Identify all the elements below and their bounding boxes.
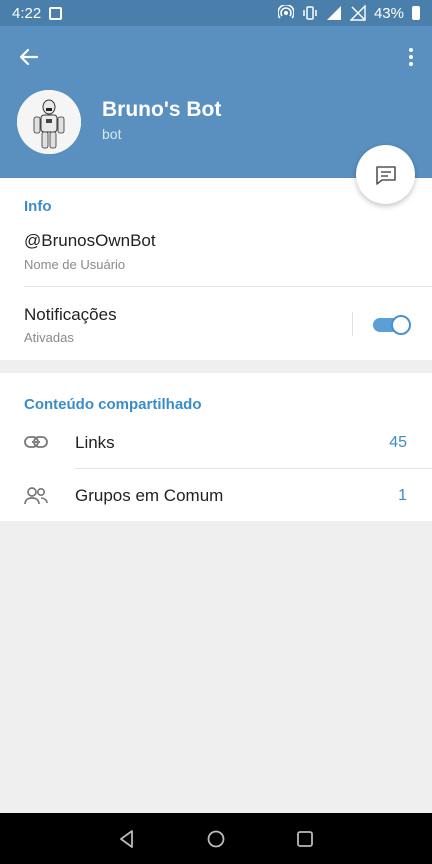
status-right: 43% bbox=[277, 4, 420, 22]
notifications-status: Ativadas bbox=[24, 330, 74, 345]
nav-back-icon[interactable] bbox=[116, 828, 138, 850]
divider bbox=[24, 286, 432, 287]
status-bar: 4:22 43% bbox=[0, 0, 432, 26]
toggle-knob bbox=[391, 315, 411, 335]
common-groups-count: 1 bbox=[398, 487, 407, 504]
username-caption: Nome de Usuário bbox=[24, 257, 126, 272]
arrow-left-icon bbox=[19, 48, 39, 66]
nav-home-icon[interactable] bbox=[205, 828, 227, 850]
hotspot-icon bbox=[277, 5, 294, 19]
dot-icon bbox=[409, 48, 413, 52]
dot-icon bbox=[409, 55, 413, 59]
common-groups-label: Grupos em Comum bbox=[75, 486, 224, 505]
notifications-label[interactable]: Notificações bbox=[24, 305, 117, 325]
username-value[interactable]: @BrunosOwnBot bbox=[24, 231, 156, 251]
system-nav-bar bbox=[0, 813, 432, 864]
dot-icon bbox=[409, 62, 413, 66]
send-message-button[interactable] bbox=[356, 145, 415, 204]
battery-icon bbox=[412, 6, 420, 20]
info-card: Info @BrunosOwnBot Nome de Usuário Notif… bbox=[0, 178, 432, 360]
signal-4g-icon bbox=[326, 6, 341, 20]
notifications-toggle[interactable] bbox=[373, 315, 411, 335]
nav-recents-icon[interactable] bbox=[294, 828, 316, 850]
info-section-title: Info bbox=[24, 198, 52, 215]
image-notification-icon bbox=[49, 6, 63, 20]
shared-section-title: Conteúdo compartilhado bbox=[24, 396, 202, 413]
bot-name: Bruno's Bot bbox=[102, 98, 222, 121]
links-count: 45 bbox=[389, 434, 407, 451]
shared-content-card: Conteúdo compartilhado Links 45 Grupos e… bbox=[0, 373, 432, 521]
bot-subtitle: bot bbox=[102, 126, 122, 142]
group-icon bbox=[23, 483, 49, 509]
chat-bubble-icon bbox=[375, 165, 396, 185]
bot-avatar[interactable] bbox=[17, 90, 81, 154]
link-icon bbox=[23, 429, 49, 455]
status-time: 4:22 bbox=[12, 4, 42, 22]
back-button[interactable] bbox=[14, 42, 44, 72]
links-label: Links bbox=[75, 433, 115, 452]
vertical-divider bbox=[352, 312, 353, 336]
more-menu-button[interactable] bbox=[404, 42, 418, 72]
vibrate-icon bbox=[303, 6, 317, 20]
stormtrooper-avatar-icon bbox=[17, 90, 81, 154]
no-signal-icon bbox=[349, 5, 366, 21]
battery-percent: 43% bbox=[373, 4, 404, 22]
divider bbox=[75, 468, 432, 469]
